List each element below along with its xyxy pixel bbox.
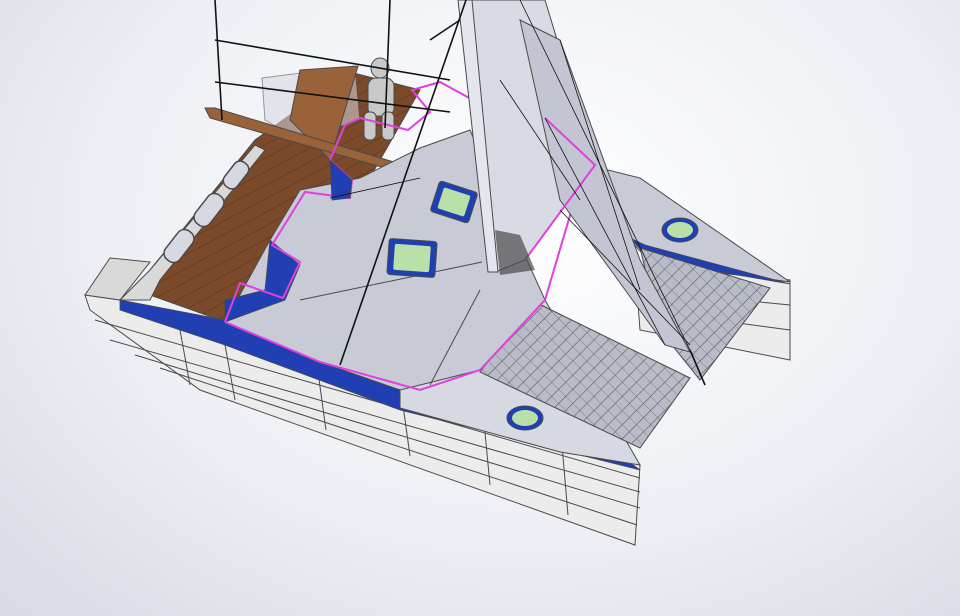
port-deck-hatch-glass [512, 410, 538, 426]
catamaran-model[interactable] [0, 0, 960, 616]
shroud-1 [214, 0, 223, 121]
starboard-deck-hatch-glass [667, 222, 693, 238]
forward-deck-hatch-glass [393, 243, 431, 273]
cad-viewport[interactable] [0, 0, 960, 616]
